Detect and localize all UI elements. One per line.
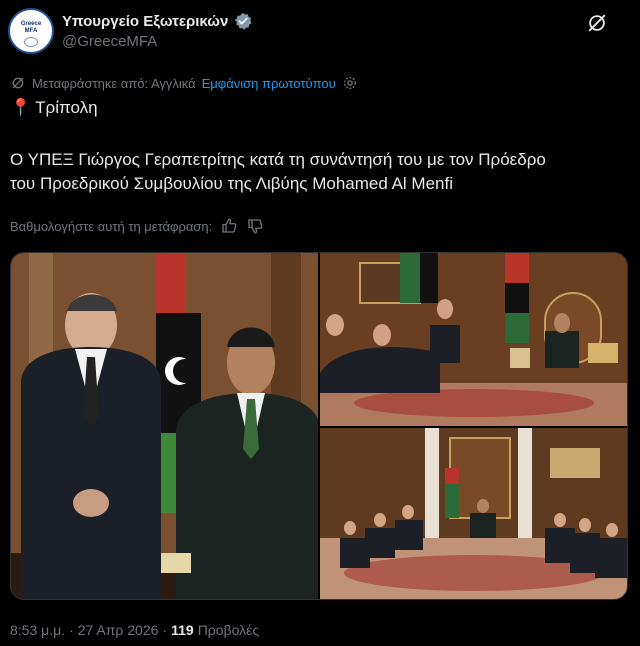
avatar-text-line1: Greece [20,21,42,27]
avatar[interactable]: Greece MFA [8,8,54,54]
rate-translation-label: Βαθμολογήστε αυτή τη μετάφραση: [10,218,213,234]
views-label: Προβολές [197,622,260,638]
verified-badge-icon[interactable] [234,12,252,30]
rate-translation: Βαθμολογήστε αυτή τη μετάφραση: [10,216,264,236]
tweet-text-line2: του Προεδρικού Συμβουλίου της Λιβύης Moh… [10,174,454,193]
thumbs-down-icon[interactable] [246,217,264,235]
gear-icon[interactable] [342,75,358,91]
user-handle[interactable]: @GreeceMFA [62,33,157,50]
media-grid [10,252,628,600]
avatar-text: Greece MFA [10,21,52,35]
translation-info: Μεταφράστηκε από: Αγγλικά Εμφάνιση πρωτο… [10,74,358,92]
name-row: Υπουργείο Εξωτερικών [62,11,252,31]
photo-meeting-room-wide-image [320,428,627,599]
footer-separator: · [69,622,74,638]
tweet-footer: 8:53 μ.μ. · 27 Απρ 2026 · 119 Προβολές [10,622,259,638]
avatar-text-line2: MFA [24,28,38,34]
display-name[interactable]: Υπουργείο Εξωτερικών [62,13,228,30]
thumbs-up-icon[interactable] [220,217,238,235]
photo-meeting-room-wide[interactable] [320,428,627,599]
show-original-link[interactable]: Εμφάνιση πρωτοτύπου [202,76,336,91]
tweet-location: 📍 Τρίπολη [10,96,98,120]
footer-separator: · [162,622,168,638]
tweet-date[interactable]: 27 Απρ 2026 [78,622,159,638]
tweet-text-line1: Ο ΥΠΕΞ Γιώργος Γεραπετρίτης κατά τη συνά… [10,150,546,169]
photo-meeting-room-image [320,253,627,426]
photo-portrait-image [11,253,318,599]
views-count: 119 [171,622,194,638]
photo-portrait[interactable] [11,253,318,599]
tweet-text: Ο ΥΠΕΞ Γιώργος Γεραπετρίτης κατά τη συνά… [10,148,630,196]
grok-icon [12,77,24,89]
location-text: Τρίπολη [35,98,98,117]
translated-from-label: Μεταφράστηκε από: Αγγλικά [32,75,196,91]
avatar-emblem [24,37,38,47]
tweet-time[interactable]: 8:53 μ.μ. [10,622,65,638]
grok-icon[interactable] [586,12,608,34]
location-pin-icon: 📍 [10,98,32,117]
photo-meeting-room[interactable] [320,253,627,426]
tweet-header: Greece MFA Υπουργείο Εξωτερικών @GreeceM… [8,8,632,56]
